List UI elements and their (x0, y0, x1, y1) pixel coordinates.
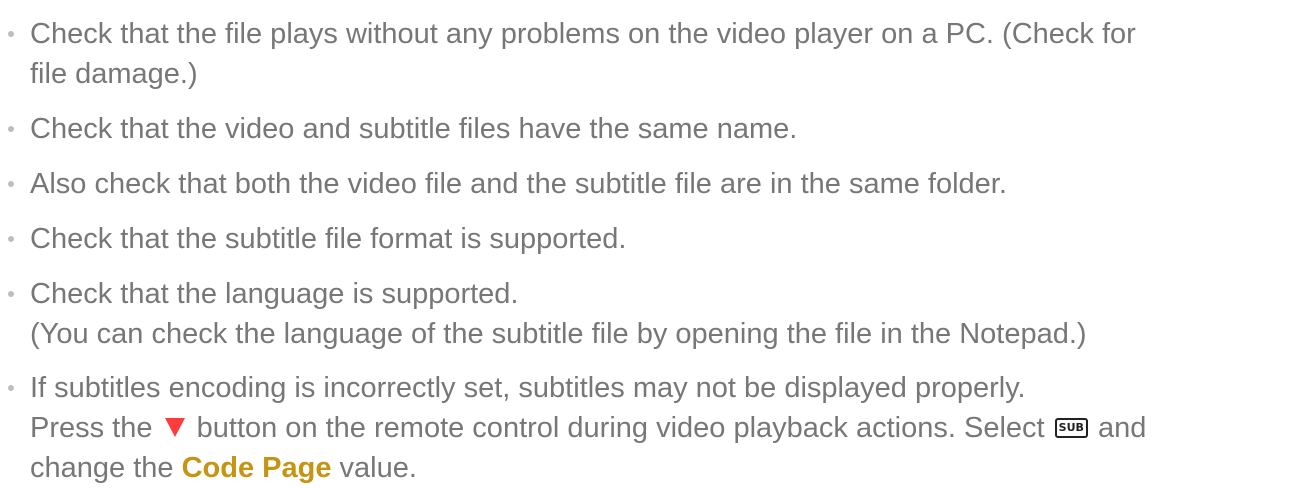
list-item-line: file damage.) (30, 58, 198, 90)
code-page-highlight: Code Page (181, 452, 332, 484)
and-text: and (1097, 412, 1147, 444)
bullet-icon (8, 181, 14, 187)
button-instruction-text: button on the remote control during vide… (196, 412, 1045, 444)
list-item-text: Also check that both the video file and … (30, 164, 1280, 204)
bullet-icon (8, 236, 14, 242)
press-text: Press the (30, 412, 153, 444)
list-item-text: Check that the file plays without any pr… (30, 14, 1280, 94)
list-item-line: Press the button on the remote control d… (30, 408, 1280, 448)
list-item-line: (You can check the language of the subti… (30, 318, 1087, 350)
list-item-text: If subtitles encoding is incorrectly set… (30, 368, 1280, 488)
list-item-line: change the Code Page value. (30, 448, 1280, 488)
bullet-icon (8, 126, 14, 132)
list-item-line: Check that the language is supported. (30, 278, 519, 310)
list-item-line: If subtitles encoding is incorrectly set… (30, 372, 1026, 404)
change-text: change the (30, 452, 174, 484)
list-item-text: Check that the subtitle file format is s… (30, 219, 1280, 259)
bullet-icon (8, 31, 14, 37)
list-item-text: Check that the language is supported. (Y… (30, 274, 1280, 354)
list-item-line: Check that the file plays without any pr… (30, 18, 1136, 50)
down-triangle-icon (164, 418, 185, 437)
list-item-text: Check that the video and subtitle files … (30, 109, 1280, 149)
bullet-icon (8, 385, 14, 391)
sub-icon: SUB (1054, 418, 1088, 438)
list-item-line: Check that the video and subtitle files … (30, 113, 798, 145)
value-text: value. (339, 452, 417, 484)
list-item-line: Also check that both the video file and … (30, 168, 1007, 200)
list-item-line: Check that the subtitle file format is s… (30, 223, 627, 255)
bullet-icon (8, 291, 14, 297)
